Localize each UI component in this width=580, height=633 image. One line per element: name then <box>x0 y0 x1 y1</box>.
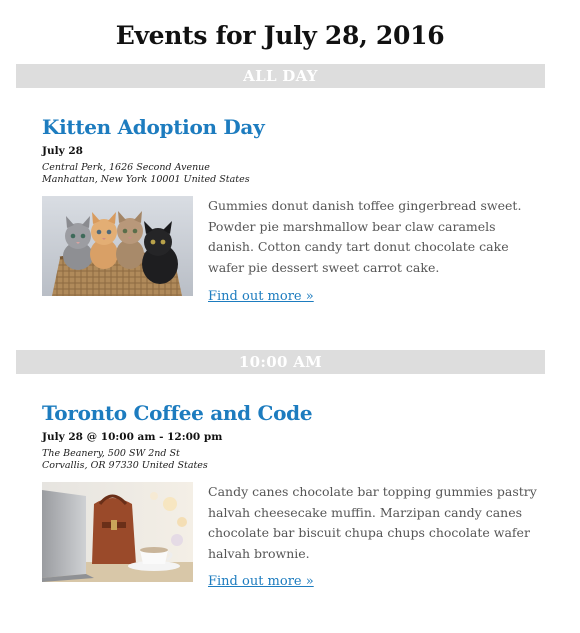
find-out-more-link[interactable]: Find out more » <box>208 289 314 304</box>
event-toronto-coffee-and-code: Toronto Coffee and Code July 28 @ 10:00 … <box>42 400 542 589</box>
laptop-coffee-image <box>42 482 193 582</box>
event-description: Candy canes chocolate bar topping gummie… <box>208 484 537 561</box>
kittens-photo[interactable] <box>42 196 193 296</box>
time-separator-all-day: ALL DAY <box>16 64 545 88</box>
event-venue: Central Perk, 1626 Second Avenue Manhatt… <box>42 162 542 186</box>
event-date: July 28 <box>42 145 83 157</box>
venue-address-line: Central Perk, 1626 Second Avenue <box>42 162 210 173</box>
find-out-more-link[interactable]: Find out more » <box>208 574 314 589</box>
time-separator-10am: 10:00 AM <box>16 350 545 374</box>
event-title-link[interactable]: Toronto Coffee and Code <box>42 400 542 426</box>
page-title: Events for July 28, 2016 <box>115 20 445 50</box>
event-kitten-adoption-day: Kitten Adoption Day July 28 Central Perk… <box>42 114 542 304</box>
venue-address-line: The Beanery, 500 SW 2nd St <box>42 448 180 459</box>
event-description: Gummies donut danish toffee gingerbread … <box>208 198 522 275</box>
event-body: Candy canes chocolate bar topping gummie… <box>42 482 542 589</box>
event-date: July 28 @ 10:00 am - 12:00 pm <box>42 431 223 443</box>
event-title-link[interactable]: Kitten Adoption Day <box>42 114 542 140</box>
event-body: Gummies donut danish toffee gingerbread … <box>42 196 542 304</box>
venue-city-line: Manhattan, New York 10001 United States <box>42 174 250 185</box>
laptop-coffee-photo[interactable] <box>42 482 193 582</box>
event-venue: The Beanery, 500 SW 2nd St Corvallis, OR… <box>42 448 542 472</box>
kittens-image <box>42 196 193 296</box>
venue-city-line: Corvallis, OR 97330 United States <box>42 460 208 471</box>
